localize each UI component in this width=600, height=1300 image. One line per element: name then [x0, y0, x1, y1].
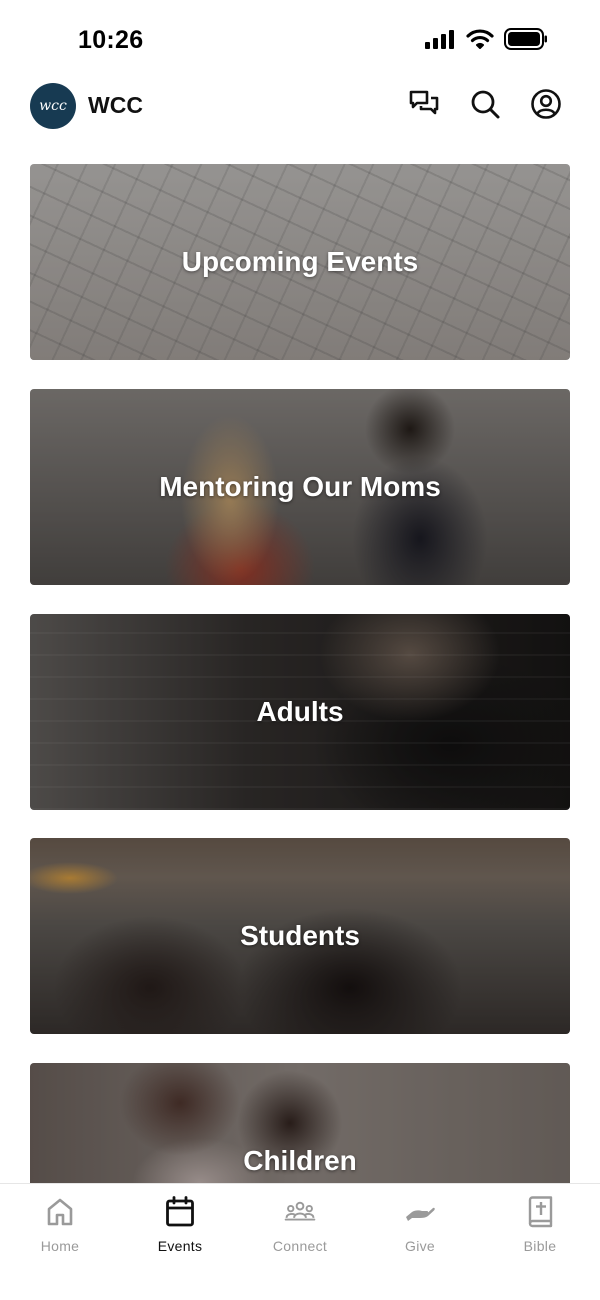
bottom-tab-bar: Home Events Connect Give Bible: [0, 1183, 600, 1300]
tab-label: Events: [157, 1238, 203, 1254]
tab-label: Bible: [523, 1238, 557, 1254]
category-card-adults[interactable]: Adults: [30, 614, 570, 810]
tab-events[interactable]: Events: [130, 1196, 230, 1266]
card-label: Adults: [256, 696, 344, 727]
tab-give[interactable]: Give: [370, 1196, 470, 1266]
tab-label: Give: [405, 1238, 435, 1254]
messages-button[interactable]: [406, 88, 442, 124]
category-card-upcoming-events[interactable]: Upcoming Events: [30, 164, 570, 360]
calendar-icon: [164, 1196, 196, 1228]
tab-label: Connect: [272, 1238, 328, 1254]
tab-home[interactable]: Home: [10, 1196, 110, 1266]
bible-icon: [524, 1196, 556, 1228]
profile-icon: [530, 88, 562, 125]
category-card-students[interactable]: Students: [30, 838, 570, 1034]
logo-text: wcc: [39, 98, 67, 114]
profile-button[interactable]: [528, 88, 564, 124]
category-card-children[interactable]: Children: [30, 1063, 570, 1183]
tab-bible[interactable]: Bible: [490, 1196, 590, 1266]
card-label: Upcoming Events: [181, 246, 419, 277]
search-icon: [469, 88, 501, 125]
card-label: Children: [243, 1145, 357, 1176]
status-bar: 10:26: [0, 0, 600, 80]
card-label: Mentoring Our Moms: [159, 471, 441, 502]
tab-label: Home: [40, 1238, 80, 1254]
group-icon: [284, 1196, 316, 1228]
messages-icon: [408, 89, 440, 124]
app-header: wcc WCC: [0, 80, 600, 135]
status-icons: [424, 28, 548, 55]
give-hand-icon: [404, 1196, 436, 1228]
status-time: 10:26: [78, 26, 144, 54]
wifi-icon: [466, 29, 494, 54]
app-name: WCC: [88, 92, 143, 118]
card-label: Students: [240, 920, 360, 951]
category-card-mentoring-our-moms[interactable]: Mentoring Our Moms: [30, 389, 570, 585]
cellular-signal-icon: [424, 29, 456, 54]
events-category-list: Upcoming Events Mentoring Our Moms Adult…: [0, 135, 600, 1183]
church-logo[interactable]: wcc: [30, 83, 76, 129]
battery-icon: [504, 28, 548, 55]
tab-connect[interactable]: Connect: [250, 1196, 350, 1266]
home-icon: [44, 1196, 76, 1228]
search-button[interactable]: [467, 88, 503, 124]
